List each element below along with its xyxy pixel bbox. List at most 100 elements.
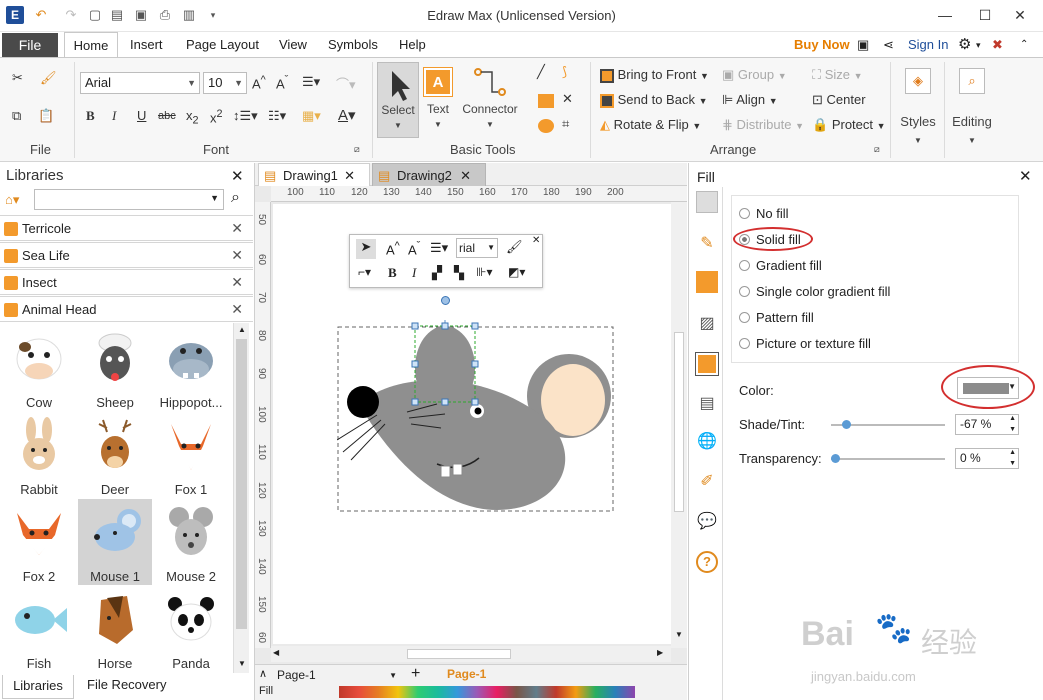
- tab-page-layout[interactable]: Page Layout: [186, 37, 259, 52]
- share-icon[interactable]: ⋖: [883, 37, 894, 53]
- scroll-right-icon[interactable]: ▶: [657, 648, 663, 657]
- radio-pattern-fill[interactable]: Pattern fill: [739, 310, 814, 325]
- shrink-font-icon[interactable]: Aˇ: [408, 240, 420, 257]
- collapse-pages-icon[interactable]: ∧: [259, 667, 267, 680]
- italic-icon[interactable]: I: [412, 265, 416, 281]
- text-tool-button[interactable]: A Text ▼: [420, 62, 456, 138]
- align-text-icon[interactable]: ☰▾: [302, 74, 320, 90]
- minimize-button[interactable]: —: [930, 4, 960, 26]
- text-path-icon[interactable]: ⌒▾: [336, 74, 356, 93]
- shape-cow[interactable]: Cow: [2, 325, 76, 411]
- transparency-slider[interactable]: [831, 454, 945, 463]
- copy-icon[interactable]: ⧉: [12, 108, 21, 124]
- radio-picture-texture-fill[interactable]: Picture or texture fill: [739, 336, 871, 351]
- italic-icon[interactable]: I: [112, 108, 116, 124]
- font-size-select[interactable]: 10 ▼: [203, 72, 247, 94]
- comment-icon[interactable]: 💬: [696, 511, 718, 533]
- close-panel-icon[interactable]: ✕: [1019, 167, 1032, 185]
- scroll-thumb[interactable]: [407, 649, 511, 659]
- scroll-up-icon[interactable]: ▲: [234, 325, 250, 334]
- floating-font-select[interactable]: rial ▼: [456, 238, 498, 258]
- close-toolbar-icon[interactable]: ✕: [532, 235, 540, 246]
- shade-tint-spinbox[interactable]: -67 % ▲ ▼: [955, 414, 1019, 435]
- editing-button[interactable]: ⌕ Editing ▼: [948, 62, 996, 152]
- scroll-down-icon[interactable]: ▼: [234, 659, 250, 668]
- font-name-select[interactable]: Arial ▼: [80, 72, 200, 94]
- connector-tool-button[interactable]: Connector ▼: [458, 62, 522, 138]
- select-tool-button[interactable]: Select ▼: [377, 62, 419, 138]
- tab-file-recovery[interactable]: File Recovery: [87, 677, 166, 692]
- resize-handle[interactable]: [411, 398, 419, 406]
- align-button[interactable]: ⊫ Align ▼: [722, 92, 778, 108]
- grow-font-icon[interactable]: A^: [386, 240, 400, 257]
- shape-panda[interactable]: Panda: [154, 586, 228, 672]
- transparency-spinbox[interactable]: 0 % ▲ ▼: [955, 448, 1019, 469]
- radio-single-color-gradient[interactable]: Single color gradient fill: [739, 284, 890, 299]
- bold-icon[interactable]: B: [86, 108, 95, 124]
- distribute-button[interactable]: ⋕ Distribute ▼: [722, 117, 804, 133]
- ellipse-tool-icon[interactable]: [538, 119, 554, 133]
- color-palette[interactable]: [339, 686, 635, 698]
- close-icon[interactable]: ✕: [231, 301, 243, 318]
- collapse-ribbon-icon[interactable]: ⌃: [1020, 39, 1028, 50]
- close-window-button[interactable]: ✕: [1005, 4, 1035, 26]
- shade-tint-slider[interactable]: [831, 420, 945, 429]
- shape-mouse-2[interactable]: Mouse 2: [154, 499, 228, 585]
- rotate-handle[interactable]: [441, 296, 450, 305]
- shape-hippopotamus[interactable]: Hippopot...: [154, 325, 228, 411]
- close-libraries-icon[interactable]: ✕: [231, 167, 244, 185]
- bring-to-front-button[interactable]: Bring to Front ▼: [600, 67, 709, 83]
- resize-handle[interactable]: [411, 322, 419, 330]
- close-icon[interactable]: ✕: [231, 274, 243, 291]
- shape-fox-1[interactable]: Fox 1: [154, 412, 228, 498]
- file-menu[interactable]: File: [2, 33, 58, 57]
- account-icon[interactable]: ▣: [857, 37, 869, 53]
- send-to-back-button[interactable]: Send to Back ▼: [600, 92, 708, 108]
- center-button[interactable]: ⊡ Center: [812, 92, 866, 108]
- layers-icon[interactable]: [695, 352, 719, 376]
- superscript-icon[interactable]: x2: [210, 108, 223, 125]
- font-color-icon[interactable]: A▾: [338, 106, 356, 124]
- rotate-flip-button[interactable]: ◭ Rotate & Flip ▼: [600, 117, 701, 133]
- search-icon[interactable]: ⌕: [231, 189, 240, 207]
- hyperlink-icon[interactable]: 🌐: [696, 431, 718, 453]
- canvas-horizontal-scrollbar[interactable]: ◀ ▶: [271, 646, 671, 662]
- library-category-sea-life[interactable]: Sea Life ✕: [0, 242, 253, 268]
- size-button[interactable]: ⛶ Size ▼: [812, 67, 863, 83]
- canvas-vertical-scrollbar[interactable]: ▼: [671, 202, 687, 648]
- subscript-icon[interactable]: x2: [186, 108, 199, 127]
- picture-icon[interactable]: ▨: [696, 313, 718, 335]
- scroll-thumb[interactable]: [236, 339, 247, 629]
- pointer-icon[interactable]: ➤: [356, 239, 376, 259]
- resize-handle[interactable]: [441, 322, 449, 330]
- resize-handle[interactable]: [411, 360, 419, 368]
- tab-home[interactable]: Home: [64, 32, 118, 59]
- underline-icon[interactable]: U: [137, 108, 146, 123]
- shape-horse[interactable]: Horse: [78, 586, 152, 672]
- tab-view[interactable]: View: [279, 37, 307, 52]
- library-category-animal-head[interactable]: Animal Head ✕: [0, 296, 253, 322]
- mouse-drawing[interactable]: [337, 320, 627, 520]
- resize-handle[interactable]: [471, 322, 479, 330]
- radio-gradient-fill[interactable]: Gradient fill: [739, 258, 822, 273]
- resize-handle[interactable]: [441, 398, 449, 406]
- note-icon[interactable]: ✐: [696, 471, 718, 493]
- bold-icon[interactable]: B: [388, 265, 397, 281]
- library-category-terricole[interactable]: Terricole ✕: [0, 215, 253, 241]
- fill-style-icon[interactable]: ◩▾: [508, 265, 525, 279]
- resize-handle[interactable]: [471, 398, 479, 406]
- shape-deer[interactable]: Deer: [78, 412, 152, 498]
- shadow-icon[interactable]: [696, 271, 718, 293]
- add-page-icon[interactable]: +: [411, 665, 420, 683]
- cross-tool-icon[interactable]: ✕: [562, 91, 573, 107]
- help-icon[interactable]: ?: [696, 551, 718, 573]
- page-properties-icon[interactable]: ▤: [696, 393, 718, 415]
- shape-mouse-1[interactable]: Mouse 1: [78, 499, 152, 585]
- group-button[interactable]: ▣ Group ▼: [722, 67, 787, 83]
- tab-help[interactable]: Help: [399, 37, 426, 52]
- home-icon[interactable]: ⌂▾: [5, 192, 19, 208]
- highlight-icon[interactable]: ▦▾: [302, 108, 321, 124]
- distribute-icon[interactable]: ⊪▾: [476, 265, 492, 279]
- mouse-left-ear[interactable]: [415, 326, 475, 410]
- buy-now-link[interactable]: Buy Now: [794, 37, 850, 52]
